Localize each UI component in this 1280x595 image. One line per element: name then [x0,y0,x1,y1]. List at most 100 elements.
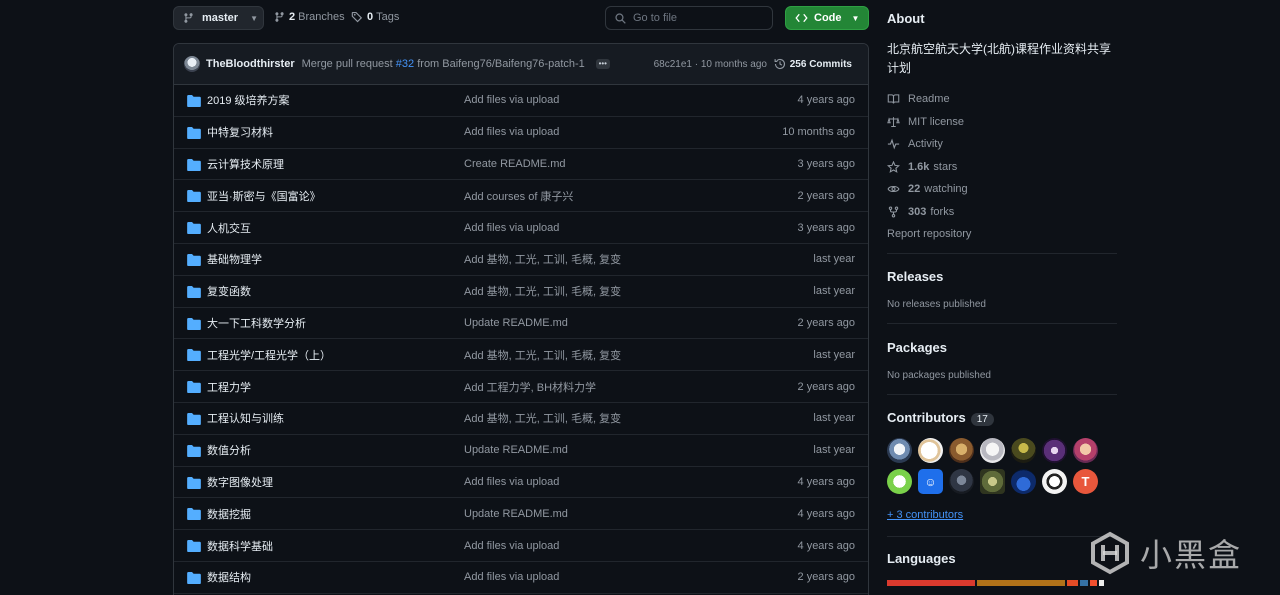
file-name[interactable]: 工程力学 [207,379,251,395]
file-name[interactable]: 数据结构 [207,569,251,585]
table-row[interactable]: 亚当·斯密与《国富论》 Add courses of 康子兴 2 years ago [174,180,868,213]
watermark-text: 小黑盒 [1140,536,1243,574]
file-name[interactable]: 云计算技术原理 [207,156,284,172]
table-row[interactable]: 人机交互 Add files via upload 3 years ago [174,212,868,244]
language-segment [977,580,1065,586]
file-commit-message[interactable]: Add files via upload [464,222,559,234]
forks-link[interactable]: 303 forks [887,201,971,224]
avatar[interactable] [980,438,1005,463]
folder-icon [187,571,201,584]
table-row[interactable]: 基础物理学 Add 基物, 工光, 工训, 毛概, 复变 last year [174,243,868,276]
commits-count: 256 Commits [789,58,852,70]
file-name[interactable]: 数值分析 [207,442,251,458]
file-commit-message[interactable]: Update README.md [464,508,568,520]
file-commit-message[interactable]: Update README.md [464,317,568,329]
packages-heading[interactable]: Packages [887,340,947,355]
activity-link[interactable]: Activity [887,133,971,156]
code-button[interactable]: Code ▼ [785,6,869,30]
file-commit-message[interactable]: Add files via upload [464,126,559,138]
readme-link[interactable]: Readme [887,88,971,111]
pr-link[interactable]: #32 [396,58,414,70]
table-row[interactable]: 云计算技术原理 Create README.md 3 years ago [174,148,868,181]
file-commit-message[interactable]: Add 工程力学, BH材料力学 [464,379,596,395]
report-repository-link[interactable]: Report repository [887,223,971,245]
file-commit-age: last year [813,444,855,457]
file-commit-message[interactable]: Add 基物, 工光, 工训, 毛概, 复变 [464,251,621,267]
file-commit-message[interactable]: Add 基物, 工光, 工训, 毛概, 复变 [464,283,621,299]
table-row[interactable]: 数字图像处理 Add files via upload 4 years ago [174,466,868,499]
table-row[interactable]: 数据科学基础 Add files via upload 4 years ago [174,530,868,562]
avatar[interactable] [1042,469,1067,494]
file-name[interactable]: 基础物理学 [207,251,262,267]
table-row[interactable]: 工程认知与训练 Add 基物, 工光, 工训, 毛概, 复变 last year [174,402,868,435]
file-name[interactable]: 工程认知与训练 [207,410,284,426]
file-name[interactable]: 数据科学基础 [207,538,273,554]
table-row[interactable]: 大一下工科数学分析 Update README.md 2 years ago [174,307,868,340]
caret-down-icon: ▼ [851,13,860,23]
commit-author[interactable]: TheBloodthirster [206,58,295,70]
table-row[interactable]: 复变函数 Add 基物, 工光, 工训, 毛概, 复变 last year [174,275,868,308]
expand-commit-button[interactable]: ••• [595,59,610,69]
avatar[interactable] [949,438,974,463]
file-name[interactable]: 工程光学/工程光学（上） [207,347,331,363]
file-commit-age: last year [813,253,855,266]
more-contributors-link[interactable]: + 3 contributors [887,509,963,521]
commit-meta[interactable]: 68c21e1 · 10 months ago [654,59,767,70]
file-commit-message[interactable]: Add files via upload [464,571,559,583]
avatar[interactable] [949,469,974,494]
file-commit-message[interactable]: Add 基物, 工光, 工训, 毛概, 复变 [464,410,621,426]
avatar[interactable] [887,469,912,494]
file-commit-message[interactable]: Add 基物, 工光, 工训, 毛概, 复变 [464,347,621,363]
search-input[interactable] [633,12,763,24]
avatar[interactable] [1073,438,1098,463]
stars-link[interactable]: 1.6k stars [887,156,971,179]
file-commit-message[interactable]: Create README.md [464,158,565,170]
file-commit-message[interactable]: Add files via upload [464,94,559,106]
file-name[interactable]: 2019 级培养方案 [207,92,290,108]
file-name[interactable]: 数字图像处理 [207,474,273,490]
avatar[interactable] [1042,438,1067,463]
tags-link[interactable]: 0 Tags [351,11,399,23]
table-row[interactable]: 数值分析 Update README.md last year [174,434,868,467]
eye-icon [887,186,900,193]
file-commit-message[interactable]: Add courses of 康子兴 [464,188,573,204]
avatar[interactable] [1011,438,1036,463]
table-row[interactable]: 数据挖掘 Update README.md 4 years ago [174,498,868,531]
table-row[interactable]: 工程光学/工程光学（上） Add 基物, 工光, 工训, 毛概, 复变 last y… [174,339,868,372]
file-name[interactable]: 数据挖掘 [207,506,251,522]
file-commit-age: 4 years ago [797,475,855,488]
file-commit-message[interactable]: Add files via upload [464,476,559,488]
table-row[interactable]: 数据结构 Add files via upload 2 years ago [174,561,868,594]
file-name[interactable]: 人机交互 [207,220,251,236]
avatar[interactable]: ☺ [918,469,943,494]
table-row[interactable]: 工程力学 Add 工程力学, BH材料力学 2 years ago [174,371,868,403]
avatar[interactable] [1011,469,1036,494]
file-name[interactable]: 亚当·斯密与《国富论》 [207,188,321,204]
branches-link[interactable]: 2 Branches [274,11,345,23]
folder-icon [187,190,201,203]
file-name[interactable]: 中特复习材料 [207,124,273,140]
table-row[interactable]: 中特复习材料 Add files via upload 10 months ago [174,116,868,149]
license-link[interactable]: MIT license [887,111,971,134]
folder-icon [187,540,201,553]
folder-icon [187,349,201,362]
avatar[interactable] [918,438,943,463]
file-name[interactable]: 大一下工科数学分析 [207,315,306,331]
avatar[interactable] [980,469,1005,494]
avatar[interactable] [184,56,200,72]
commits-history-link[interactable]: 256 Commits [774,58,852,70]
commit-message-prefix: Merge pull request [301,58,393,70]
releases-heading[interactable]: Releases [887,269,943,284]
file-commit-message[interactable]: Update README.md [464,444,568,456]
avatar[interactable] [887,438,912,463]
file-name[interactable]: 复变函数 [207,283,251,299]
branch-selector-button[interactable]: master ▼ [173,6,264,30]
file-commit-message[interactable]: Add files via upload [464,540,559,552]
watchers-link[interactable]: 22 watching [887,178,971,201]
go-to-file-search[interactable] [605,6,773,30]
commit-message[interactable]: Merge pull request #32 from Baifeng76/Ba… [302,58,585,70]
table-row[interactable]: 2019 级培养方案 Add files via upload 4 years ag… [174,85,868,117]
law-icon [887,116,900,127]
contributors-heading[interactable]: Contributors 17 [887,410,994,426]
avatar[interactable]: T [1073,469,1098,494]
